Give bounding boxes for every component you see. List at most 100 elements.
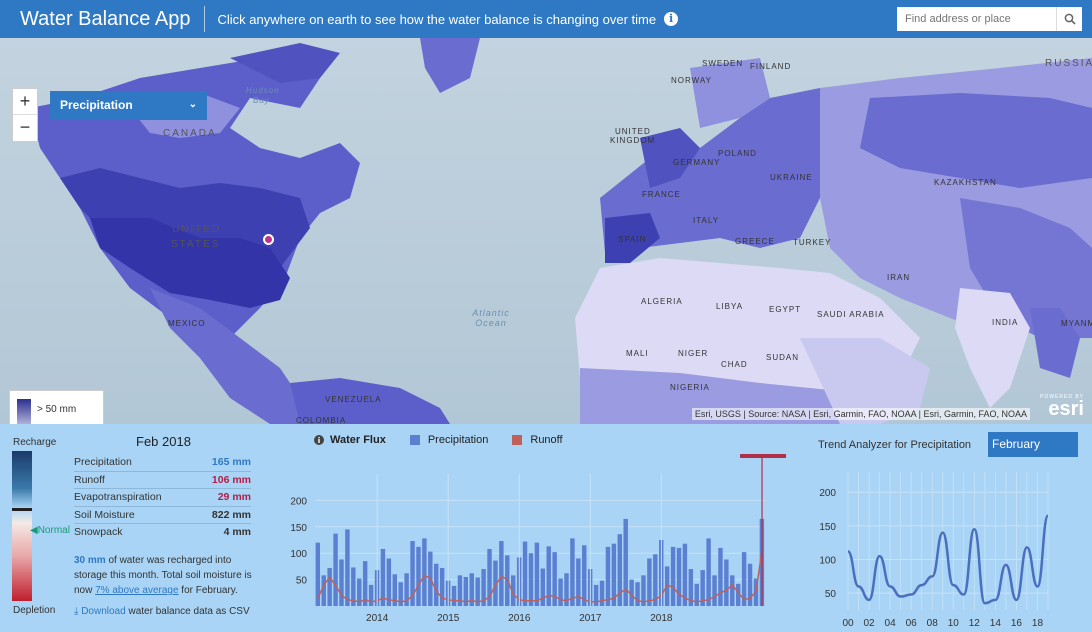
map-attribution: Esri, USGS | Source: NASA | Esri, Garmin… [691,408,1030,420]
stat-label: Precipitation [74,456,132,468]
legend-max-label: > 50 mm [37,404,77,415]
map-label-mali: MALI [626,349,649,358]
map-label-greece: GREECE [735,237,775,246]
stat-value: 29 mm [217,491,251,503]
zoom-control: + − [12,88,38,142]
zoom-in-button[interactable]: + [13,89,37,115]
bottom-panel: Recharge ◀Normal Depletion Feb 2018 Prec… [0,424,1092,632]
stat-value: 822 mm [211,508,251,521]
selected-location-marker[interactable] [263,234,274,245]
map-label-us: UNITED [172,224,222,235]
precip-bar [422,538,427,606]
download-link[interactable]: Download [81,606,125,617]
flux-x-tick: 2014 [366,613,389,624]
recharge-label: Recharge [13,437,57,448]
precip-bar [333,533,338,606]
depletion-label: Depletion [13,605,56,616]
trend-x-tick: 12 [969,618,981,629]
app-root: Water Balance App Click anywhere on eart… [0,0,1092,632]
precip-bar [540,568,546,606]
search-button[interactable] [1056,7,1082,31]
precip-bar [345,529,350,606]
map-label-venezuela: VENEZUELA [325,395,382,404]
precip-bar [434,563,439,606]
map-label-italy: ITALY [693,216,720,225]
precip-legend-swatch [409,435,420,445]
normal-indicator: ◀Normal [30,525,70,536]
summary-amount: 30 mm [74,555,106,566]
trend-x-tick: 10 [948,618,960,629]
layer-dropdown[interactable]: Precipitation ⌄ [50,91,207,120]
precip-bar [321,575,326,606]
trend-x-tick: 00 [842,618,854,629]
map-label-saudi: SAUDI ARABIA [817,310,885,319]
esri-logo[interactable]: POWERED BY esri [1040,394,1084,419]
info-icon[interactable] [314,435,324,445]
water-flux-title: Water Flux [330,434,386,446]
precip-bar [339,559,344,606]
precip-bar [451,585,457,606]
map-label-egypt: EGYPT [769,305,802,314]
map-label-germany: GERMANY [673,158,721,167]
runoff-legend-label: Runoff [530,434,563,446]
selected-month-flag-label: Feb 2018 [742,454,785,457]
map-label-sudan: SUDAN [766,353,800,362]
map-label-algeria: ALGERIA [641,297,683,306]
trend-x-tick: 06 [906,618,918,629]
precip-bar [647,558,652,606]
chevron-down-icon: ⌄ [188,99,197,110]
flux-x-tick: 2015 [437,613,460,624]
map-label-uk2: KINGDOM [610,136,656,145]
runoff-legend-swatch [512,435,523,445]
water-flux-chart[interactable]: 50 100 150 200 2014 2015 2016 2017 2018 Feb 2018 [270,454,790,632]
download-icon[interactable]: ⤓ [74,606,78,617]
map-label-us2: STATES [171,239,221,250]
map-view[interactable]: CANADA UNITED STATES Hudson Bay MEXICO V… [0,38,1092,424]
search-box[interactable] [897,7,1082,31]
legend-color-ramp [17,399,31,424]
trend-x-tick: 14 [990,618,1002,629]
map-label-nigeria: NIGERIA [670,383,710,392]
trend-chart[interactable]: 50 100 150 200 00 02 04 06 08 10 12 14 16 18 [800,464,1070,632]
info-icon[interactable]: i [664,12,679,26]
stat-value: 165 mm [211,456,251,468]
precip-bar [416,546,421,606]
map-label-ukraine: UKRAINE [770,173,813,182]
precip-bar [522,541,528,606]
month-dropdown[interactable]: February [988,432,1078,457]
app-subtitle: Click anywhere on earth to see how the w… [217,11,657,27]
precip-bar [706,538,711,606]
stat-label: Runoff [74,473,105,486]
recharge-depletion-gauge [12,451,32,601]
precip-bar [724,559,729,606]
stat-row-soil-moisture: Soil Moisture 822 mm [74,507,251,524]
zoom-out-button[interactable]: − [13,115,37,141]
precip-bar [593,584,599,606]
map-label-poland: POLAND [718,149,757,158]
precip-bar [439,567,445,606]
trend-x-tick: 04 [885,618,897,629]
map-label-france: FRANCE [642,190,681,199]
stat-row-precipitation: Precipitation 165 mm [74,454,251,472]
precip-bar [712,575,717,606]
layer-dropdown-value: Precipitation [60,98,133,112]
search-input[interactable] [897,8,1056,30]
search-icon [1064,13,1076,25]
precip-bar [368,584,374,606]
map-label-colombia: COLOMBIA [296,416,347,424]
summary-text: 30 mm of water was recharged into storag… [74,555,252,596]
month-dropdown-value: February [992,437,1041,451]
map-label-sweden: SWEDEN [702,59,744,68]
map-label-niger: NIGER [678,349,709,358]
trend-y-tick: 150 [819,522,836,533]
map-label-russia: RUSSIA [1045,58,1092,69]
selected-date: Feb 2018 [136,434,191,449]
precip-bar [546,546,551,606]
map-label-india: INDIA [992,318,1019,327]
map-label-spain: SPAIN [618,235,647,244]
download-row: ⤓ Download water balance data as CSV [74,606,250,617]
stat-value: 106 mm [211,473,251,486]
summary-above-average-link[interactable]: 7% above average [95,585,178,596]
precip-bar [534,542,540,606]
stat-row-runoff: Runoff 106 mm [74,472,251,489]
